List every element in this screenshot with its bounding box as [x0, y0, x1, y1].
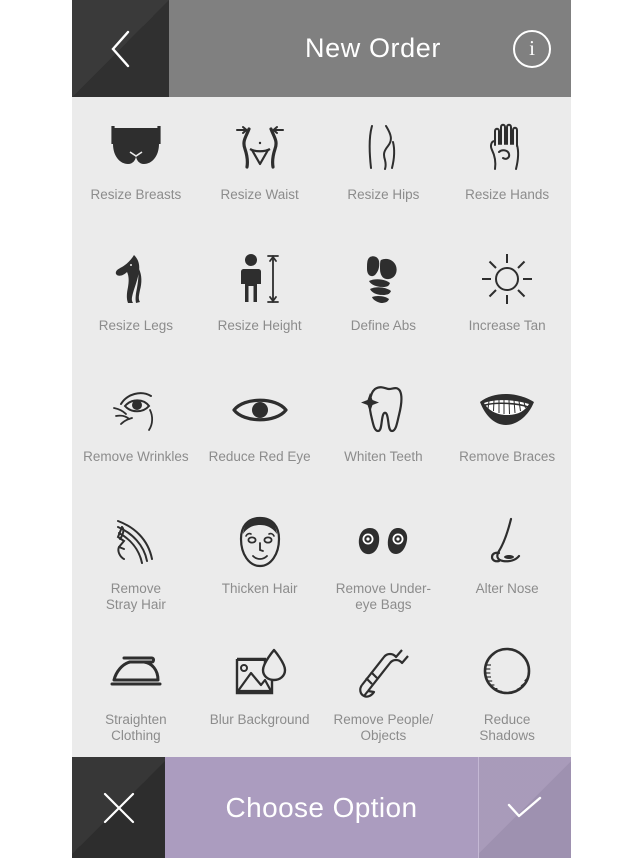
- bra-icon: [100, 115, 172, 181]
- grid-item-label: Resize Breasts: [90, 187, 182, 202]
- grid-item-label: Resize Waist: [220, 187, 299, 202]
- eye-icon: [224, 377, 296, 443]
- grid-item-reduce-shadows[interactable]: Reduce Shadows: [445, 626, 569, 757]
- cancel-button[interactable]: [72, 757, 165, 858]
- grid-item-label: Whiten Teeth: [344, 449, 423, 465]
- legs-icon: [100, 246, 172, 312]
- grid-item-label: Remove Wrinkles: [83, 449, 189, 465]
- grid-item-whiten-teeth[interactable]: Whiten Teeth: [322, 363, 446, 494]
- abs-icon: [347, 246, 419, 312]
- grid-item-label: Resize Legs: [98, 318, 174, 334]
- grid-item-label: Blur Background: [209, 711, 310, 727]
- back-button[interactable]: [72, 0, 169, 97]
- wrinkle-eye-icon: [100, 377, 172, 443]
- header-title-area: New Order i: [169, 0, 571, 97]
- grid-item-label: Remove Stray Hair: [105, 580, 166, 612]
- info-button[interactable]: i: [513, 29, 551, 68]
- grid-item-label: Resize Hips: [347, 187, 420, 202]
- info-icon: i: [529, 36, 535, 60]
- choose-option-label: Choose Option: [225, 791, 418, 823]
- hand-icon: [471, 115, 543, 181]
- hips-icon: [347, 115, 419, 181]
- action-bar: Choose Option: [72, 757, 571, 858]
- grid-item-resize-legs[interactable]: Resize Legs: [74, 232, 198, 363]
- grid-item-define-abs[interactable]: Define Abs: [322, 232, 446, 363]
- grid-item-increase-tan[interactable]: Increase Tan: [445, 232, 569, 363]
- grid-item-label: Resize Height: [217, 318, 302, 334]
- page-title: New Order: [305, 33, 441, 63]
- grid-item-label: Remove People/ Objects: [333, 711, 434, 743]
- photo-droplet-icon: [224, 640, 296, 706]
- balding-head-icon: [224, 509, 296, 575]
- grid-item-remove-under-eye-bags[interactable]: Remove Under- eye Bags: [322, 495, 446, 626]
- grid-item-straighten-clothing[interactable]: Straighten Clothing: [74, 626, 198, 757]
- checkmark-icon: [507, 796, 542, 817]
- waist-icon: [224, 115, 296, 181]
- grid-item-alter-nose[interactable]: Alter Nose: [445, 495, 569, 626]
- grid-item-label: Remove Braces: [459, 449, 556, 465]
- grid-item-blur-background[interactable]: Blur Background: [198, 626, 322, 757]
- grid-item-label: Reduce Shadows: [479, 711, 535, 743]
- iron-icon: [100, 640, 172, 706]
- grid-item-remove-stray-hair[interactable]: Remove Stray Hair: [74, 495, 198, 626]
- grid-item-label: Thicken Hair: [221, 580, 298, 596]
- grid-item-label: Straighten Clothing: [105, 711, 167, 743]
- under-eye-bags-icon: [347, 509, 419, 575]
- sun-icon: [471, 246, 543, 312]
- chevron-left-icon: [110, 30, 129, 67]
- grid-item-remove-wrinkles[interactable]: Remove Wrinkles: [74, 363, 198, 494]
- choose-option-button[interactable]: Choose Option: [165, 757, 479, 858]
- close-x-icon: [103, 792, 134, 823]
- grid-item-label: Resize Hands: [465, 187, 550, 202]
- grid-item-resize-hands[interactable]: Resize Hands: [445, 101, 569, 232]
- grid-item-reduce-red-eye[interactable]: Reduce Red Eye: [198, 363, 322, 494]
- grid-item-thicken-hair[interactable]: Thicken Hair: [198, 495, 322, 626]
- flowing-hair-icon: [100, 509, 172, 575]
- options-grid: Resize Breasts Resize Waist Resize Hips …: [72, 97, 571, 757]
- grid-item-resize-waist[interactable]: Resize Waist: [198, 101, 322, 232]
- grid-item-label: Define Abs: [350, 318, 417, 334]
- grid-item-label: Remove Under- eye Bags: [335, 580, 432, 612]
- nose-icon: [471, 509, 543, 575]
- grid-item-resize-height[interactable]: Resize Height: [198, 232, 322, 363]
- grid-item-resize-breasts[interactable]: Resize Breasts: [74, 101, 198, 232]
- grid-item-label: Reduce Red Eye: [208, 449, 311, 465]
- grid-item-resize-hips[interactable]: Resize Hips: [322, 101, 446, 232]
- grid-item-remove-people-objects[interactable]: Remove People/ Objects: [322, 626, 446, 757]
- tooth-sparkle-icon: [347, 377, 419, 443]
- eraser-icon: [347, 640, 419, 706]
- grid-item-label: Increase Tan: [468, 318, 546, 334]
- grid-item-label: Alter Nose: [475, 580, 539, 596]
- braces-mouth-icon: [471, 377, 543, 443]
- app-header: New Order i: [72, 0, 571, 97]
- shadow-circle-icon: [471, 640, 543, 706]
- app-screen: New Order i Resize Breasts Resize Waist …: [72, 0, 571, 858]
- confirm-button[interactable]: [479, 757, 571, 858]
- height-ruler-icon: [224, 246, 296, 312]
- grid-item-remove-braces[interactable]: Remove Braces: [445, 363, 569, 494]
